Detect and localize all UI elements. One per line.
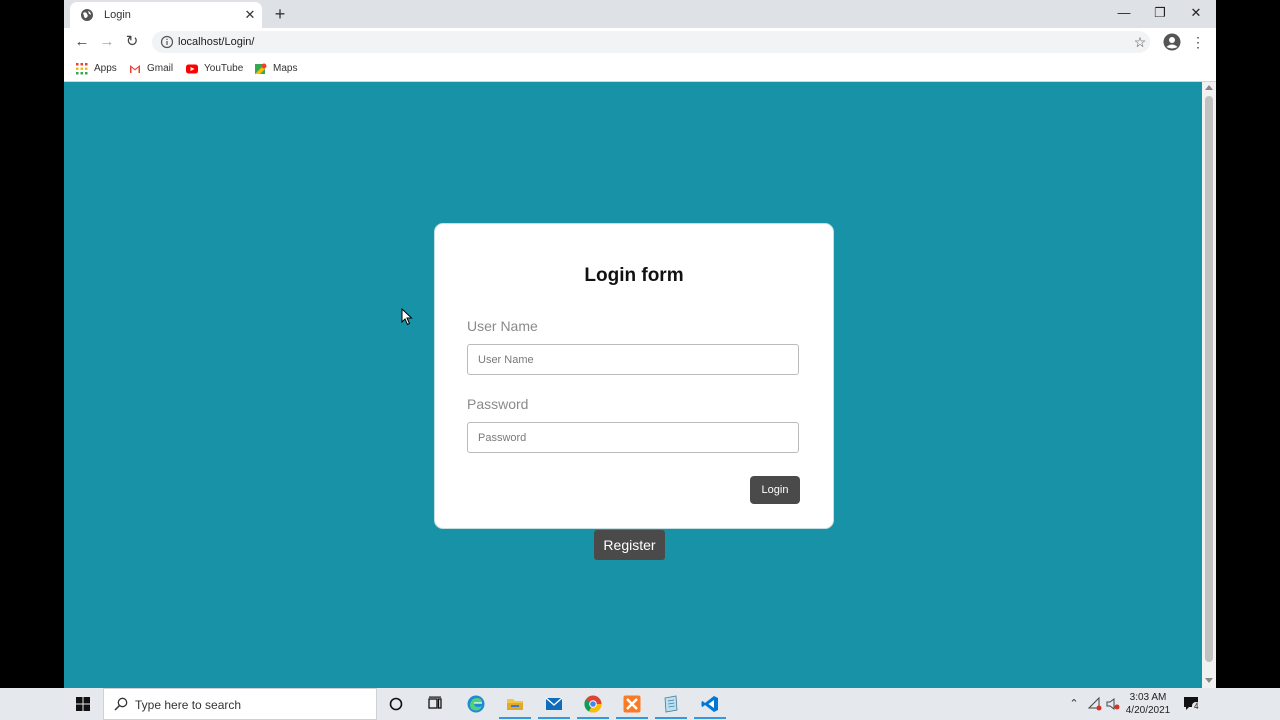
tab-strip: Login ✕ + — ❐ ✕ <box>64 0 1216 28</box>
taskbar-clock[interactable]: 3:03 AM 4/20/2021 <box>1122 691 1174 717</box>
browser-window: Login ✕ + — ❐ ✕ ← → ↻ localhost/Login/ ☆ <box>64 0 1216 688</box>
active-app-indicator <box>538 717 570 719</box>
show-hidden-icons-icon[interactable]: ⌃ <box>1066 696 1082 712</box>
windows-taskbar: Type here to search ⌃ 3:03 AM 4/20/2021 … <box>0 688 1280 720</box>
forward-icon[interactable]: → <box>97 32 117 52</box>
cortana-icon[interactable] <box>386 694 406 714</box>
clock-date: 4/20/2021 <box>1125 705 1171 716</box>
notifications-icon[interactable]: 4 <box>1182 696 1202 712</box>
apps-grid-icon <box>76 63 88 75</box>
reload-icon[interactable]: ↻ <box>122 32 142 52</box>
scroll-up-arrow-icon[interactable] <box>1205 85 1213 90</box>
active-app-indicator <box>655 717 687 719</box>
profile-avatar-icon[interactable] <box>1163 33 1181 51</box>
network-icon[interactable] <box>1087 696 1103 712</box>
browser-menu-icon[interactable]: ⋮ <box>1190 32 1206 52</box>
tab-close-icon[interactable]: ✕ <box>242 6 258 24</box>
browser-toolbar: ← → ↻ localhost/Login/ ☆ ⋮ <box>64 28 1216 56</box>
active-app-indicator <box>694 717 726 719</box>
password-input[interactable] <box>467 422 799 453</box>
mouse-cursor-icon <box>401 308 413 326</box>
active-app-indicator <box>577 717 609 719</box>
password-label: Password <box>467 396 529 412</box>
tab-login[interactable]: Login ✕ <box>70 2 262 28</box>
login-card: Login form User Name Password Login <box>434 223 834 529</box>
scroll-down-arrow-icon[interactable] <box>1205 678 1213 683</box>
vscode-icon[interactable] <box>700 694 720 714</box>
login-button[interactable]: Login <box>750 476 800 504</box>
taskbar-search-placeholder: Type here to search <box>135 698 242 712</box>
task-view-icon[interactable] <box>425 694 445 714</box>
bookmark-label: Maps <box>273 63 298 74</box>
gmail-icon <box>130 65 140 73</box>
bookmark-label: Gmail <box>147 63 174 74</box>
file-explorer-icon[interactable] <box>505 694 525 714</box>
url-text: localhost/Login/ <box>178 36 255 48</box>
vertical-scrollbar[interactable] <box>1202 82 1216 688</box>
register-button[interactable]: Register <box>594 530 665 560</box>
username-label: User Name <box>467 318 538 334</box>
bookmarks-bar: Apps Gmail YouTube Maps <box>64 56 1216 82</box>
address-bar[interactable]: localhost/Login/ <box>152 31 1150 53</box>
taskbar-search-box[interactable]: Type here to search <box>103 688 377 720</box>
minimize-button[interactable]: — <box>1106 0 1142 26</box>
desktop-screen: Login ✕ + — ❐ ✕ ← → ↻ localhost/Login/ ☆ <box>0 0 1280 720</box>
globe-icon <box>81 9 93 21</box>
search-icon <box>114 697 128 711</box>
info-icon[interactable] <box>160 35 174 49</box>
restore-button[interactable]: ❐ <box>1142 0 1178 26</box>
mail-icon[interactable] <box>544 694 564 714</box>
new-tab-button[interactable]: + <box>270 3 290 25</box>
back-icon[interactable]: ← <box>72 32 92 52</box>
youtube-icon <box>186 64 198 74</box>
username-input[interactable] <box>467 344 799 375</box>
notepad-icon[interactable] <box>661 694 681 714</box>
bookmark-star-icon[interactable]: ☆ <box>1130 32 1150 52</box>
chrome-icon[interactable] <box>583 694 603 714</box>
close-window-button[interactable]: ✕ <box>1178 0 1214 26</box>
tab-title: Login <box>104 9 131 21</box>
form-title: Login form <box>584 265 684 286</box>
scroll-thumb[interactable] <box>1205 96 1213 662</box>
bookmark-label: YouTube <box>204 63 244 74</box>
active-app-indicator <box>616 717 648 719</box>
xampp-icon[interactable] <box>622 694 642 714</box>
windows-start-icon[interactable] <box>76 697 90 711</box>
volume-icon[interactable] <box>1105 696 1121 712</box>
bookmark-label: Apps <box>94 63 117 74</box>
clock-time: 3:03 AM <box>1129 692 1167 703</box>
maps-icon <box>255 63 267 74</box>
edge-icon[interactable] <box>466 694 486 714</box>
page-viewport: Login form User Name Password Login Regi… <box>64 82 1202 688</box>
active-app-indicator <box>499 717 531 719</box>
